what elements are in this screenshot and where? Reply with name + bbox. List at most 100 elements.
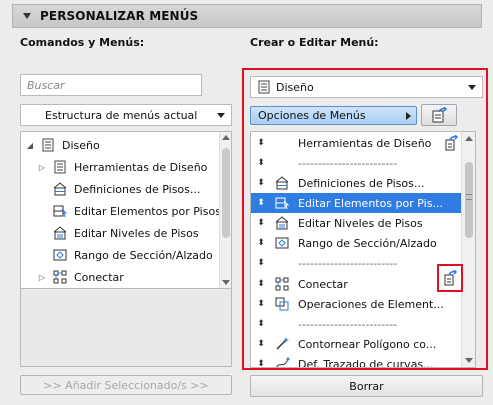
connect-icon: [273, 275, 291, 293]
description-area: [20, 289, 232, 367]
drag-handle-icon[interactable]: ⬍: [253, 359, 269, 367]
submenu-badge-icon: [443, 134, 459, 154]
separator-label: -------------------------: [298, 317, 398, 331]
list-item-label: Definiciones de Pisos...: [298, 176, 425, 190]
drag-handle-icon[interactable]: ⬍: [253, 319, 269, 329]
tree-item-label: Herramientas de Diseño: [74, 160, 208, 174]
edit-elements-by-floor-icon: [51, 202, 69, 220]
tree-item-editar-niveles[interactable]: Editar Niveles de Pisos: [47, 222, 199, 244]
panel-title: PERSONALIZAR MENÚS: [40, 9, 199, 23]
list-item-separator[interactable]: ⬍ -------------------------: [251, 153, 463, 173]
blank-icon: [273, 254, 291, 272]
list-item[interactable]: ⬍ Definiciones de Pisos...: [251, 173, 463, 193]
tree-item-editar-elementos[interactable]: Editar Elementos por Pisos...: [47, 200, 231, 222]
tree-scrollbar[interactable]: [219, 132, 231, 288]
list-item[interactable]: ⬍ Contornear Polígono co...: [251, 334, 463, 354]
blank-icon: [273, 315, 291, 333]
separator-label: -------------------------: [298, 256, 398, 270]
edit-elements-by-floor-icon: [273, 194, 291, 212]
scroll-up-icon[interactable]: [222, 135, 230, 140]
floor-levels-icon: [273, 214, 291, 232]
drag-handle-icon[interactable]: ⬍: [253, 198, 269, 208]
add-selected-button[interactable]: >> Añadir Seleccionado/s >>: [20, 375, 232, 395]
create-edit-heading: Crear o Editar Menú:: [250, 36, 379, 49]
section-range-icon: [51, 246, 69, 264]
drag-handle-icon[interactable]: ⬍: [253, 299, 269, 309]
collapse-triangle-icon[interactable]: [23, 13, 31, 19]
tree-item-label: Rango de Sección/Alzado: [74, 248, 213, 262]
scroll-thumb[interactable]: [465, 162, 473, 238]
list-item-label: Conectar: [298, 277, 348, 291]
drag-handle-icon[interactable]: ⬍: [253, 238, 269, 248]
list-item-label: Def. Trazado de curvas...: [298, 357, 434, 368]
tree-item-label: Editar Niveles de Pisos: [74, 226, 199, 240]
list-item[interactable]: ⬍ Rango de Sección/Alzado: [251, 233, 463, 253]
tree-item-label: Conectar: [74, 270, 124, 284]
menu-items-list[interactable]: ⬍ Herramientas de Diseño ⬍ -------------…: [250, 131, 476, 368]
tree-item-label: Editar Elementos por Pisos...: [74, 204, 232, 218]
menu-select-dropdown[interactable]: Diseño: [250, 76, 483, 98]
list-item-separator[interactable]: ⬍ -------------------------: [251, 314, 463, 334]
floor-definitions-icon: [51, 180, 69, 198]
list-scrollbar[interactable]: [461, 132, 475, 367]
menu-options-label: Opciones de Menús: [258, 109, 366, 122]
chevron-down-icon: [217, 113, 225, 118]
list-item[interactable]: ⬍ Conectar: [251, 274, 463, 294]
element-operations-icon: [273, 295, 291, 313]
blank-icon: [273, 134, 291, 152]
menu-icon: [257, 80, 273, 94]
drag-handle-icon[interactable]: ⬍: [253, 339, 269, 349]
scroll-up-icon[interactable]: [465, 136, 473, 141]
tree-item-label: Definiciones de Pisos...: [74, 182, 201, 196]
list-item[interactable]: ⬍ Herramientas de Diseño: [251, 133, 463, 153]
curve-trace-icon: [273, 355, 291, 367]
delete-button[interactable]: Borrar: [250, 375, 483, 397]
customize-menus-header[interactable]: PERSONALIZAR MENÚS: [12, 4, 482, 28]
list-item-label: Operaciones de Element...: [298, 297, 444, 311]
menu-structure-dropdown[interactable]: Estructura de menús actual: [20, 104, 232, 126]
drag-handle-icon[interactable]: ⬍: [253, 279, 269, 289]
magic-wand-icon: [273, 335, 291, 353]
scroll-down-icon[interactable]: [222, 280, 230, 285]
list-item-label: Rango de Sección/Alzado: [298, 236, 437, 250]
drag-handle-icon[interactable]: ⬍: [253, 218, 269, 228]
menu-options-button[interactable]: Opciones de Menús: [250, 106, 417, 125]
tree-item-definiciones[interactable]: Definiciones de Pisos...: [47, 178, 200, 200]
separator-label: -------------------------: [298, 156, 398, 170]
blank-icon: [273, 154, 291, 172]
list-item-label: Editar Niveles de Pisos: [298, 216, 423, 230]
expander-icon[interactable]: ▷: [37, 163, 47, 172]
list-item-label: Editar Elementos por Pis...: [298, 196, 443, 210]
section-range-icon: [273, 234, 291, 252]
list-item[interactable]: ⬍ Operaciones de Element...: [251, 294, 463, 314]
tree-item-rango-seccion[interactable]: Rango de Sección/Alzado: [47, 244, 213, 266]
import-menu-icon: [432, 107, 448, 123]
chevron-down-icon: [468, 85, 476, 90]
submenu-badge-icon: [437, 264, 463, 292]
drag-handle-icon[interactable]: ⬍: [253, 138, 269, 148]
chevron-right-icon: [406, 112, 411, 120]
drag-handle-icon[interactable]: ⬍: [253, 178, 269, 188]
commands-tree[interactable]: ◢ Diseño ▷ Herramientas de Diseño Defini…: [20, 131, 232, 289]
list-item-label: Contornear Polígono co...: [298, 337, 437, 351]
search-input[interactable]: [20, 74, 202, 96]
tree-item-diseno[interactable]: ◢ Diseño: [25, 134, 100, 156]
list-item[interactable]: ⬍ Editar Niveles de Pisos: [251, 213, 463, 233]
expander-icon[interactable]: ◢: [25, 141, 35, 150]
scroll-grip-icon: [466, 194, 472, 200]
menu-structure-value: Estructura de menús actual: [45, 108, 198, 122]
drag-handle-icon[interactable]: ⬍: [253, 258, 269, 268]
expander-icon[interactable]: ▷: [37, 273, 47, 282]
floor-definitions-icon: [273, 174, 291, 192]
floor-levels-icon: [51, 224, 69, 242]
list-item-label: Herramientas de Diseño: [298, 136, 432, 150]
drag-handle-icon[interactable]: ⬍: [253, 158, 269, 168]
import-menu-button[interactable]: [421, 104, 457, 126]
list-item-separator[interactable]: ⬍ -------------------------: [251, 253, 463, 273]
scroll-thumb[interactable]: [222, 148, 230, 238]
tree-item-herramientas[interactable]: ▷ Herramientas de Diseño: [37, 156, 207, 178]
tree-item-conectar[interactable]: ▷ Conectar: [37, 266, 124, 288]
scroll-down-icon[interactable]: [465, 358, 473, 363]
list-item-selected[interactable]: ⬍ Editar Elementos por Pis...: [251, 193, 463, 213]
list-item[interactable]: ⬍ Def. Trazado de curvas...: [251, 354, 463, 368]
